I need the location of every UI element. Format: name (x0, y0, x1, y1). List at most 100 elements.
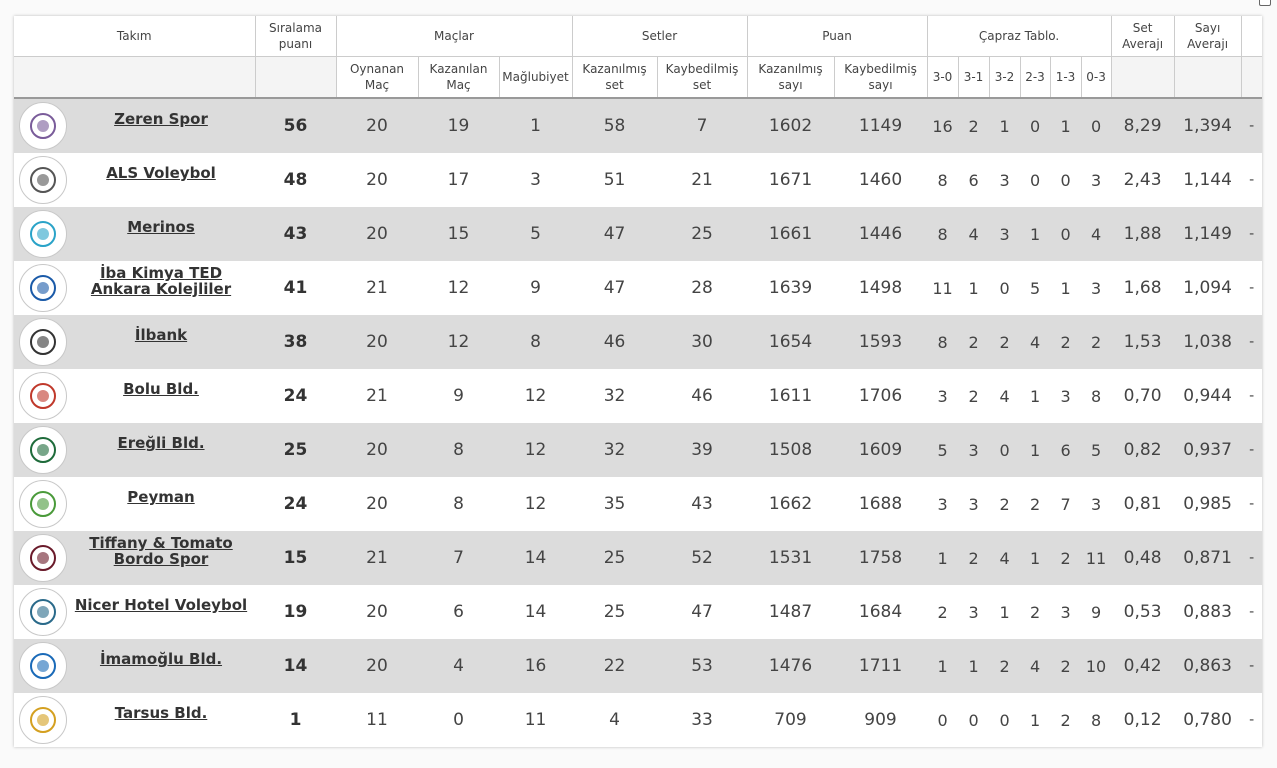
cell-maglubiyet: 12 (499, 369, 573, 423)
cell-kazanilan-mac: 8 (418, 423, 499, 477)
corner-icon[interactable] (1259, 0, 1271, 6)
header-3-1[interactable]: 3-1 (958, 56, 990, 99)
cell-maglubiyet: 11 (499, 693, 573, 747)
header-siralama-puani[interactable]: Sıralama puanı (255, 16, 337, 57)
team-name-link[interactable]: Nicer Hotel Voleybol (67, 597, 255, 613)
cell-set-averaji: 1,88 (1111, 207, 1175, 261)
header-capraz-tablo: Çapraz Tablo. (927, 16, 1112, 57)
header-oynanan-mac[interactable]: Oynanan Maç (336, 56, 419, 99)
cell-maglubiyet: 14 (499, 531, 573, 585)
header-2-3[interactable]: 2-3 (1020, 56, 1051, 99)
cell-capraz-3-1: 1 (958, 261, 990, 315)
cell-extra-dash: - (1241, 693, 1262, 747)
cell-capraz-3-0: 3 (927, 369, 959, 423)
team-name-link[interactable]: Bolu Bld. (67, 381, 255, 397)
team-name-link[interactable]: ALS Voleybol (67, 165, 255, 181)
team-cell: Zeren Spor (14, 98, 255, 153)
cell-capraz-3-0: 1 (927, 531, 959, 585)
cell-sayi-averaji: 1,149 (1174, 207, 1242, 261)
header-kaybedilmis-set[interactable]: Kaybedilmiş set (657, 56, 748, 99)
cell-maglubiyet: 12 (499, 423, 573, 477)
header-maclar: Maçlar (336, 16, 573, 57)
team-name-link[interactable]: İmamoğlu Bld. (67, 651, 255, 667)
subheader-empty-sayi-avg (1174, 56, 1242, 99)
cell-set-averaji: 0,82 (1111, 423, 1175, 477)
cell-kazanilan-mac: 0 (418, 693, 499, 747)
header-sayi-averaji[interactable]: Sayı Averajı (1174, 16, 1242, 57)
team-logo-icon (19, 534, 67, 582)
cell-capraz-3-0: 2 (927, 585, 959, 639)
cell-extra-dash: - (1241, 423, 1262, 477)
cell-kazanilmis-set: 35 (572, 477, 658, 531)
cell-capraz-3-1: 2 (958, 531, 990, 585)
cell-kaybedilmis-sayi: 1446 (834, 207, 928, 261)
cell-capraz-3-0: 3 (927, 477, 959, 531)
cell-kaybedilmis-sayi: 1149 (834, 98, 928, 153)
team-name-link[interactable]: Ereğli Bld. (67, 435, 255, 451)
header-maglubiyet[interactable]: Mağlubiyet (499, 56, 573, 99)
cell-oynanan-mac: 20 (336, 207, 418, 261)
header-3-0[interactable]: 3-0 (927, 56, 959, 99)
cell-kazanilmis-set: 47 (572, 207, 658, 261)
cell-capraz-1-3: 3 (1050, 369, 1082, 423)
cell-kaybedilmis-sayi: 1593 (834, 315, 928, 369)
cell-capraz-0-3: 2 (1081, 315, 1112, 369)
cell-kaybedilmis-sayi: 1758 (834, 531, 928, 585)
header-set-averaji[interactable]: Set Averajı (1111, 16, 1175, 57)
cell-kaybedilmis-sayi: 1711 (834, 639, 928, 693)
team-name-link[interactable]: Peyman (67, 489, 255, 505)
header-kaybedilmis-sayi[interactable]: Kaybedilmiş sayı (834, 56, 928, 99)
cell-capraz-1-3: 2 (1050, 639, 1082, 693)
header-0-3[interactable]: 0-3 (1081, 56, 1112, 99)
cell-capraz-3-1: 1 (958, 639, 990, 693)
header-kazanilmis-sayi[interactable]: Kazanılmış sayı (747, 56, 835, 99)
cell-extra-dash: - (1241, 261, 1262, 315)
cell-kazanilan-mac: 4 (418, 639, 499, 693)
cell-capraz-0-3: 3 (1081, 261, 1112, 315)
header-kazanilan-mac[interactable]: Kazanılan Maç (418, 56, 500, 99)
cell-set-averaji: 1,53 (1111, 315, 1175, 369)
cell-kazanilmis-set: 4 (572, 693, 658, 747)
team-cell: ALS Voleybol (14, 153, 255, 207)
header-3-2[interactable]: 3-2 (989, 56, 1021, 99)
cell-kazanilmis-set: 25 (572, 585, 658, 639)
cell-sayi-averaji: 0,871 (1174, 531, 1242, 585)
cell-siralama-puani: 19 (255, 585, 336, 639)
cell-kazanilmis-set: 58 (572, 98, 658, 153)
cell-capraz-3-1: 2 (958, 315, 990, 369)
header-kazanilmis-set[interactable]: Kazanılmış set (572, 56, 658, 99)
header-extra (1241, 16, 1262, 57)
cell-capraz-0-3: 9 (1081, 585, 1112, 639)
cell-kazanilmis-set: 25 (572, 531, 658, 585)
team-name-link[interactable]: Tiffany & Tomato Bordo Spor (67, 535, 255, 567)
cell-kazanilan-mac: 7 (418, 531, 499, 585)
cell-capraz-3-0: 0 (927, 693, 959, 747)
team-name-link[interactable]: Merinos (67, 219, 255, 235)
team-name-link[interactable]: Zeren Spor (67, 111, 255, 127)
cell-extra-dash: - (1241, 639, 1262, 693)
cell-capraz-2-3: 5 (1020, 261, 1051, 315)
cell-extra-dash: - (1241, 153, 1262, 207)
cell-kazanilmis-sayi: 709 (747, 693, 835, 747)
cell-maglubiyet: 1 (499, 98, 573, 153)
cell-maglubiyet: 12 (499, 477, 573, 531)
cell-capraz-2-3: 1 (1020, 693, 1051, 747)
team-name-link[interactable]: İba Kimya TED Ankara Kolejliler (67, 265, 255, 297)
table-row: Nicer Hotel Voleybol 19 20 6 14 25 47 1487 1684 2… (14, 585, 1262, 639)
team-name-link[interactable]: Tarsus Bld. (67, 705, 255, 721)
cell-capraz-0-3: 3 (1081, 477, 1112, 531)
cell-capraz-0-3: 0 (1081, 98, 1112, 153)
cell-sayi-averaji: 0,937 (1174, 423, 1242, 477)
header-takim[interactable]: Takım (14, 16, 256, 57)
team-name-link[interactable]: İlbank (67, 327, 255, 343)
cell-siralama-puani: 48 (255, 153, 336, 207)
cell-capraz-3-1: 3 (958, 585, 990, 639)
cell-set-averaji: 0,12 (1111, 693, 1175, 747)
cell-kaybedilmis-set: 53 (657, 639, 748, 693)
cell-capraz-3-1: 2 (958, 369, 990, 423)
cell-capraz-3-1: 2 (958, 98, 990, 153)
header-1-3[interactable]: 1-3 (1050, 56, 1082, 99)
cell-capraz-3-2: 1 (989, 585, 1021, 639)
cell-maglubiyet: 3 (499, 153, 573, 207)
cell-capraz-1-3: 1 (1050, 98, 1082, 153)
